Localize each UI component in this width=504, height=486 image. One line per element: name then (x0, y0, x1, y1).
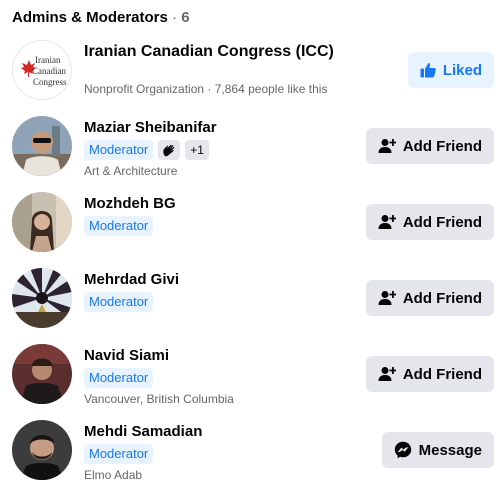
member-info: Mehrdad Givi Moderator (84, 270, 374, 313)
liked-button[interactable]: Liked (407, 52, 494, 88)
add-friend-label: Add Friend (402, 365, 482, 383)
organization-name[interactable]: Iranian Canadian Congress (ICC) (84, 42, 374, 62)
avatar[interactable] (12, 192, 72, 252)
organization-subtitle: Nonprofit Organization · 7,864 people li… (84, 82, 328, 96)
section-header: Admins & Moderators · 6 (12, 9, 190, 26)
member-name[interactable]: Mehdi Samadian (84, 422, 374, 441)
add-friend-label: Add Friend (402, 213, 482, 231)
moderator-badge: Moderator (84, 368, 154, 388)
add-friend-icon (378, 215, 396, 229)
member-row: Navid Siami Moderator Vancouver, British… (0, 342, 504, 418)
add-friend-button[interactable]: Add Friend (365, 204, 494, 240)
logo-text-2: Canadian (32, 66, 66, 76)
member-name[interactable]: Maziar Sheibanifar (84, 118, 374, 137)
more-badges[interactable]: +1 (185, 140, 209, 160)
member-info: Mehdi Samadian Moderator Elmo Adab (84, 422, 374, 483)
logo-text-1: Iranian (35, 55, 61, 65)
member-info: Navid Siami Moderator Vancouver, British… (84, 346, 374, 407)
moderator-badge: Moderator (84, 444, 154, 464)
thumbs-up-icon (420, 63, 436, 78)
moderator-badge: Moderator (84, 292, 154, 312)
member-name[interactable]: Navid Siami (84, 346, 374, 365)
logo-text-3: Congress (33, 77, 67, 87)
organization-logo[interactable]: Iranian Canadian Congress (12, 40, 72, 100)
add-friend-button[interactable]: Add Friend (365, 280, 494, 316)
member-subtitle: Elmo Adab (84, 468, 143, 482)
add-friend-icon (378, 291, 396, 305)
header-separator: · (172, 9, 178, 26)
moderator-badge: Moderator (84, 216, 154, 236)
member-row: Mozhdeh BG Moderator Add Friend (0, 190, 504, 266)
member-badges: Moderator (84, 443, 374, 465)
organization-row: Iranian Canadian Congress Iranian Canadi… (0, 40, 504, 116)
avatar[interactable] (12, 116, 72, 176)
moderator-badge: Moderator (84, 140, 154, 160)
avatar[interactable] (12, 344, 72, 404)
member-badges: Moderator (84, 215, 374, 237)
message-button[interactable]: Message (381, 432, 494, 468)
message-button-label: Message (418, 441, 482, 459)
member-subtitle: Art & Architecture (84, 164, 178, 178)
admin-count: 6 (181, 9, 190, 26)
member-subtitle: Vancouver, British Columbia (84, 392, 234, 406)
member-info: Maziar Sheibanifar Moderator +1 Art & Ar… (84, 118, 374, 179)
member-badges: Moderator (84, 367, 374, 389)
member-row: Mehrdad Givi Moderator Add Friend (0, 266, 504, 342)
add-friend-button[interactable]: Add Friend (365, 128, 494, 164)
section-title: Admins & Moderators (12, 9, 168, 26)
add-friend-label: Add Friend (402, 289, 482, 307)
member-badges: Moderator (84, 291, 374, 313)
member-row: Maziar Sheibanifar Moderator +1 Art & Ar… (0, 114, 504, 190)
member-name[interactable]: Mozhdeh BG (84, 194, 374, 213)
avatar[interactable] (12, 420, 72, 480)
organization-info: Iranian Canadian Congress (ICC) (84, 42, 374, 62)
member-name[interactable]: Mehrdad Givi (84, 270, 374, 289)
add-friend-icon (378, 139, 396, 153)
add-friend-icon (378, 367, 396, 381)
add-friend-label: Add Friend (402, 137, 482, 155)
member-row: Mehdi Samadian Moderator Elmo Adab Messa… (0, 418, 504, 486)
member-info: Mozhdeh BG Moderator (84, 194, 374, 237)
add-friend-button[interactable]: Add Friend (365, 356, 494, 392)
messenger-icon (394, 441, 411, 459)
maple-leaf-icon: Iranian Canadian Congress (13, 41, 71, 99)
avatar[interactable] (12, 268, 72, 328)
wave-hand-icon[interactable] (158, 140, 181, 160)
liked-button-label: Liked (442, 61, 482, 79)
member-badges: Moderator +1 (84, 139, 374, 161)
